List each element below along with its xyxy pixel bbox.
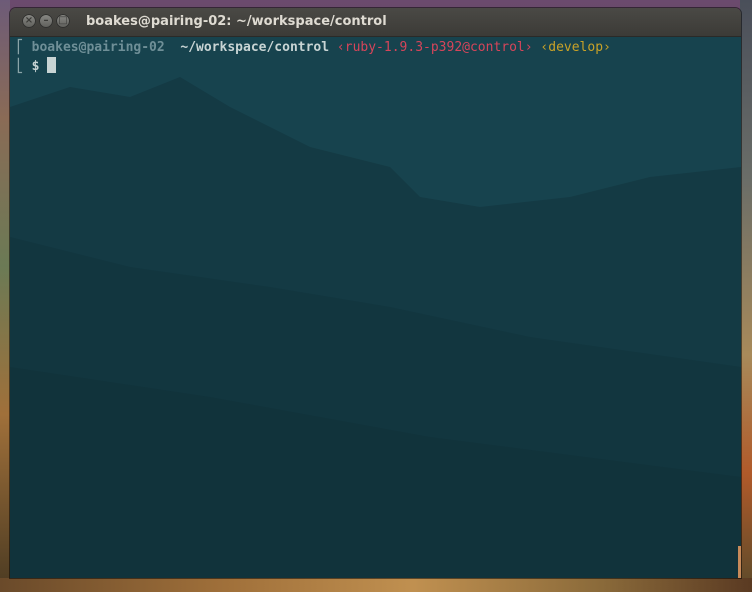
window-titlebar[interactable]: × – □ boakes@pairing-02: ~/workspace/con…	[10, 8, 741, 37]
desktop-wallpaper-left	[0, 0, 10, 592]
user-host: boakes@pairing-02	[31, 40, 165, 55]
desktop-wallpaper-bottom	[0, 578, 752, 592]
text-cursor	[47, 57, 57, 73]
prompt-info-line: ⎡ boakes@pairing-02 ~/workspace/control …	[16, 39, 611, 57]
maximize-button[interactable]: □	[56, 14, 70, 28]
minimize-icon: –	[43, 15, 49, 26]
background-landscape	[10, 77, 741, 578]
minimize-button[interactable]: –	[39, 14, 53, 28]
terminal-window: × – □ boakes@pairing-02: ~/workspace/con…	[10, 8, 741, 578]
desktop-wallpaper-right	[740, 0, 752, 592]
terminal-content-area[interactable]: ⎡ boakes@pairing-02 ~/workspace/control …	[10, 37, 741, 578]
close-icon: ×	[24, 15, 34, 26]
prompt-bracket-bottom: ⎣	[16, 59, 24, 74]
current-directory: ~/workspace/control	[180, 40, 330, 55]
prompt-bracket-top: ⎡	[16, 40, 24, 55]
scrollbar[interactable]	[738, 546, 741, 578]
window-title: boakes@pairing-02: ~/workspace/control	[86, 14, 387, 29]
git-branch: ‹develop›	[540, 40, 611, 55]
ruby-version: ‹ruby-1.9.3-p392@control›	[336, 40, 533, 55]
maximize-icon: □	[58, 15, 68, 26]
prompt-input-line[interactable]: ⎣ $	[16, 57, 57, 76]
close-button[interactable]: ×	[22, 14, 36, 28]
terminal-output: ⎡ boakes@pairing-02 ~/workspace/control …	[16, 37, 611, 109]
